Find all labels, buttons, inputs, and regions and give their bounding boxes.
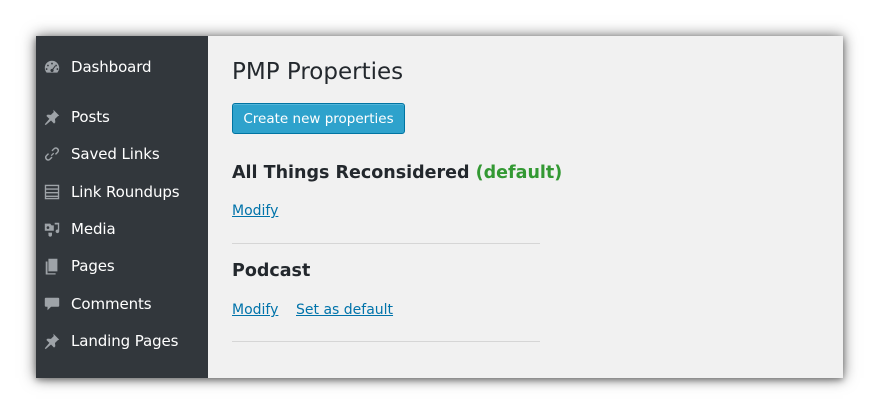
sidebar-item-label: Media — [71, 220, 116, 238]
sidebar-item-saved-links[interactable]: Saved Links — [36, 139, 208, 169]
sidebar-item-label: Dashboard — [71, 58, 152, 76]
main-content: PMP Properties Create new properties All… — [208, 36, 843, 378]
sidebar-item-posts[interactable]: Posts — [36, 102, 208, 132]
sidebar-item-landing-pages[interactable]: Landing Pages — [36, 326, 208, 356]
pushpin-icon — [42, 107, 62, 127]
sidebar-item-label: Saved Links — [71, 145, 160, 163]
sidebar-item-pages[interactable]: Pages — [36, 251, 208, 281]
link-icon — [42, 144, 62, 164]
sidebar-item-link-roundups[interactable]: Link Roundups — [36, 177, 208, 207]
sidebar-item-label: Comments — [71, 295, 152, 313]
sidebar-item-dashboard[interactable]: Dashboard — [36, 52, 208, 82]
modify-link[interactable]: Modify — [232, 203, 278, 219]
create-new-properties-button[interactable]: Create new properties — [232, 103, 405, 134]
property-name: All Things Reconsidered — [232, 163, 470, 183]
divider — [232, 341, 540, 342]
sidebar-item-label: Posts — [71, 108, 110, 126]
sidebar-item-media[interactable]: Media — [36, 214, 208, 244]
property-heading: All Things Reconsidered (default) — [232, 163, 562, 183]
admin-sidebar: Dashboard Posts Saved Links Link Roundup… — [36, 36, 208, 378]
property-heading: Podcast — [232, 261, 310, 281]
sidebar-item-label: Pages — [71, 257, 115, 275]
comment-icon — [42, 294, 62, 314]
media-icon — [42, 219, 62, 239]
list-icon — [42, 182, 62, 202]
sidebar-item-label: Landing Pages — [71, 332, 179, 350]
sidebar-item-comments[interactable]: Comments — [36, 289, 208, 319]
divider — [232, 243, 540, 244]
page-title: PMP Properties — [232, 59, 404, 85]
dashboard-icon — [42, 57, 62, 77]
pages-icon — [42, 256, 62, 276]
admin-window: Dashboard Posts Saved Links Link Roundup… — [36, 36, 843, 378]
modify-link[interactable]: Modify — [232, 302, 278, 318]
set-as-default-link[interactable]: Set as default — [296, 302, 393, 318]
property-name: Podcast — [232, 261, 311, 281]
pushpin-icon — [42, 331, 62, 351]
sidebar-item-label: Link Roundups — [71, 183, 180, 201]
default-badge: (default) — [475, 163, 563, 183]
